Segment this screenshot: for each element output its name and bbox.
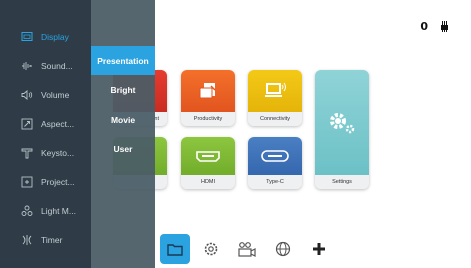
dock-add-button[interactable] [304,234,334,264]
menu-item-label: Light M... [41,205,76,216]
sound-icon [21,60,33,72]
submenu-item-label: User [113,143,133,154]
dock-folder-button[interactable] [160,234,190,264]
dock-settings-button[interactable] [196,234,226,264]
plus-icon [313,243,325,255]
productivity-icon [199,83,216,99]
dock-camera-button[interactable] [232,234,262,264]
light-mode-icon [21,205,33,217]
typec-tile[interactable]: Type-C [248,137,302,189]
menu-item-label: Aspect... [41,118,75,129]
menu-item-volume[interactable]: Volume [0,80,91,109]
menu-item-sound[interactable]: Sound... [0,51,91,80]
menu-item-label: Volume [41,89,70,100]
submenu-item-label: Bright [110,84,136,95]
globe-icon [275,241,291,257]
productivity-label: Productivity [181,112,235,126]
submenu-item-presentation[interactable]: Presentation [91,46,155,75]
hdmi-label: HDMI [181,175,235,189]
submenu-item-label: Movie [110,114,136,125]
menu-item-label: Timer [41,234,63,245]
connectivity-label: Connectivity [248,112,302,126]
connectivity-tile[interactable]: Connectivity [248,70,302,126]
camera-icon [238,242,256,257]
menu-item-label: Keysto... [41,147,75,158]
aspect-icon [21,118,33,130]
folder-icon [167,243,183,256]
settings-menu-panel: Display Sound... Volume Aspect... Keysto… [0,0,91,268]
submenu-item-user[interactable]: User [91,134,155,163]
menu-item-label: Project... [41,176,75,187]
timer-icon [21,234,33,246]
display-mode-submenu: Presentation Bright Movie User [91,0,155,268]
settings-label: Settings [315,175,369,189]
submenu-item-movie[interactable]: Movie [91,105,155,134]
menu-item-timer[interactable]: Timer [0,225,91,254]
menu-item-projection[interactable]: Project... [0,167,91,196]
menu-item-display[interactable]: Display [0,22,91,51]
bottom-dock [160,234,334,264]
hdmi-tile[interactable]: HDMI [181,137,235,189]
menu-item-label: Display [41,31,69,42]
menu-item-label: Sound... [41,60,73,71]
gears-icon [330,112,355,133]
display-icon [21,31,33,43]
menu-item-light-mode[interactable]: Light M... [0,196,91,225]
typec-label: Type-C [248,175,302,189]
menu-item-aspect[interactable]: Aspect... [0,109,91,138]
submenu-item-bright[interactable]: Bright [91,75,155,104]
hdmi-icon [196,151,220,162]
usb-c-icon [261,150,289,162]
menu-item-keystone[interactable]: Keysto... [0,138,91,167]
submenu-item-label: Presentation [97,55,149,66]
productivity-tile[interactable]: Productivity [181,70,235,126]
projection-icon [21,176,33,188]
connectivity-icon [265,82,286,97]
dock-browser-button[interactable] [268,234,298,264]
keystone-icon [21,147,33,159]
gear-icon [204,242,218,256]
settings-tile[interactable]: Settings [315,70,369,189]
volume-icon [21,89,33,101]
